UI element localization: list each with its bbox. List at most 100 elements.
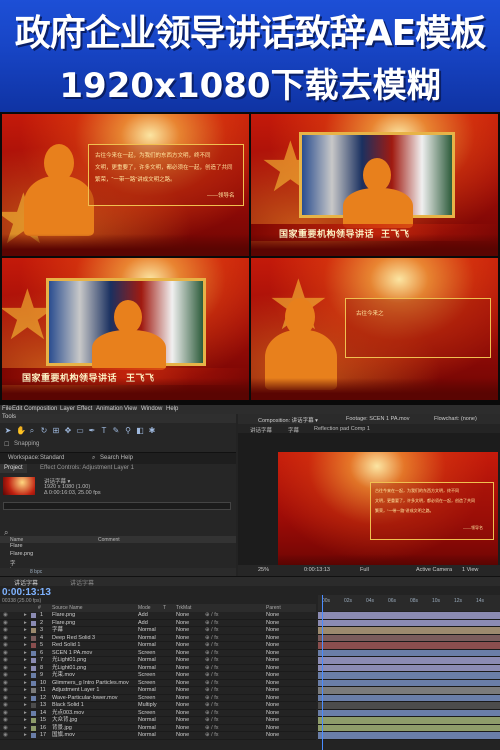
label-color-swatch[interactable] (31, 665, 36, 671)
layer-mode-select[interactable]: Screen (138, 710, 155, 717)
layer-name[interactable]: 国旗.mov (52, 732, 75, 739)
eye-icon[interactable]: ◉ (3, 725, 8, 732)
table-row[interactable]: ◉ ▸ 4 Deep Red Solid 3 Normal None ⊕ / fx None (0, 635, 316, 642)
list-item[interactable]: Flare (0, 543, 236, 551)
table-row[interactable]: ◉ ▸ 2 Flare.png Add None ⊕ / fx None (0, 620, 316, 627)
table-row[interactable]: ◉ ▸ 14 光点003.mov Screen None ⊕ / fx None (0, 710, 316, 717)
switch-icons[interactable]: ⊕ / fx (205, 732, 218, 739)
switch-icons[interactable]: ⊕ / fx (205, 672, 218, 679)
label-color-swatch[interactable] (31, 695, 36, 701)
zoom-tool-icon[interactable]: ⌕ (28, 427, 36, 435)
layer-parent-select[interactable]: None (266, 687, 279, 694)
layer-duration-bar[interactable] (318, 672, 500, 680)
hand-tool-icon[interactable]: ✋ (16, 427, 26, 435)
layer-duration-bar[interactable] (318, 627, 500, 635)
menu-composition[interactable]: Composition (24, 406, 57, 412)
chevron-right-icon[interactable]: ▸ (24, 657, 27, 664)
layer-trkmat-select[interactable]: None (176, 725, 189, 732)
menu-window[interactable]: Window (141, 406, 162, 412)
chevron-right-icon[interactable]: ▸ (24, 650, 27, 657)
layer-name[interactable]: 字幕 (52, 627, 63, 634)
pen-tool-icon[interactable]: ✒ (88, 427, 96, 435)
resolution-select[interactable]: Full (360, 567, 369, 573)
layer-name[interactable]: Flare.png (52, 612, 75, 619)
table-row[interactable]: ◉ ▸ 1 Flare.png Add None ⊕ / fx None (0, 612, 316, 620)
layer-name[interactable]: Black Solid 1 (52, 702, 84, 709)
col-parent[interactable]: Parent (266, 605, 281, 611)
chevron-right-icon[interactable]: ▸ (24, 627, 27, 634)
label-color-swatch[interactable] (31, 635, 36, 641)
playhead[interactable] (322, 595, 323, 750)
eye-icon[interactable]: ◉ (3, 710, 8, 717)
label-color-swatch[interactable] (31, 643, 36, 648)
chevron-right-icon[interactable]: ▸ (24, 725, 27, 732)
project-bpc[interactable]: 8 bpc (30, 569, 42, 575)
layer-mode-select[interactable]: Normal (138, 642, 156, 649)
view-layout-select[interactable]: 1 View (462, 567, 478, 573)
layer-mode-select[interactable]: Normal (138, 687, 156, 694)
layer-track-area[interactable] (318, 612, 500, 740)
rotate-tool-icon[interactable]: ↻ (40, 427, 48, 435)
menu-view[interactable]: View (124, 406, 137, 412)
layer-mode-select[interactable]: Screen (138, 680, 155, 687)
layer-duration-bar[interactable] (318, 687, 500, 695)
label-color-swatch[interactable] (31, 620, 36, 626)
layer-parent-select[interactable]: None (266, 717, 279, 724)
layer-mode-select[interactable]: Normal (138, 627, 156, 634)
layer-duration-bar[interactable] (318, 649, 500, 657)
table-row[interactable]: ◉ ▸ 8 光Light01.png Normal None ⊕ / fx None (0, 665, 316, 672)
breadcrumb-item[interactable]: 讲话字幕 (250, 426, 272, 434)
layer-name[interactable]: Deep Red Solid 3 (52, 635, 95, 642)
label-color-swatch[interactable] (31, 613, 36, 618)
tab-composition[interactable]: Composition: 讲话字幕 ▾ (258, 416, 318, 424)
table-row[interactable]: ◉ ▸ 17 国旗.mov Normal None ⊕ / fx None (0, 732, 316, 740)
puppet-tool-icon[interactable]: ✱ (148, 427, 156, 435)
chevron-right-icon[interactable]: ▸ (24, 635, 27, 642)
layer-name[interactable]: Flare.png (52, 620, 75, 627)
layer-mode-select[interactable]: Normal (138, 717, 156, 724)
menu-file[interactable]: File (2, 406, 12, 412)
tab-timeline-comp-2[interactable]: 讲话字幕 (70, 578, 94, 587)
comp-timecode[interactable]: 0:00:13:13 (304, 567, 330, 573)
eye-icon[interactable]: ◉ (3, 695, 8, 702)
time-ruler[interactable]: 00s 02s 04s 06s 08s 10s 12s 14s (318, 595, 500, 611)
layer-trkmat-select[interactable]: None (176, 627, 189, 634)
chevron-right-icon[interactable]: ▸ (24, 612, 27, 619)
menu-edit[interactable]: Edit (12, 406, 22, 412)
switch-icons[interactable]: ⊕ / fx (205, 710, 218, 717)
camera-tool-icon[interactable]: ⊞ (52, 427, 60, 435)
tab-effect-controls[interactable]: Effect Controls: Adjustment Layer 1 (36, 464, 138, 473)
layer-trkmat-select[interactable]: None (176, 732, 189, 739)
search-icon[interactable]: ⌕ (92, 455, 95, 462)
layer-trkmat-select[interactable]: None (176, 687, 189, 694)
eye-icon[interactable]: ◉ (3, 665, 8, 672)
layer-mode-select[interactable]: Add (138, 620, 148, 627)
layer-duration-bar[interactable] (318, 634, 500, 642)
label-color-swatch[interactable] (31, 688, 36, 693)
tab-project[interactable]: Project (0, 464, 27, 473)
layer-parent-select[interactable]: None (266, 702, 279, 709)
chevron-right-icon[interactable]: ▸ (24, 732, 27, 739)
layer-duration-bar[interactable] (318, 612, 500, 620)
layer-trkmat-select[interactable]: None (176, 680, 189, 687)
type-tool-icon[interactable]: T (100, 427, 108, 435)
layer-parent-select[interactable]: None (266, 732, 279, 739)
menu-help[interactable]: Help (166, 406, 178, 412)
snapping-checkbox[interactable]: ☐ (4, 441, 9, 448)
layer-parent-select[interactable]: None (266, 612, 279, 619)
switch-icons[interactable]: ⊕ / fx (205, 695, 218, 702)
chevron-right-icon[interactable]: ▸ (24, 717, 27, 724)
col-trkmat[interactable]: TrkMat (176, 605, 191, 611)
layer-duration-bar[interactable] (318, 679, 500, 687)
selection-tool-icon[interactable]: ➤ (4, 427, 12, 435)
list-item[interactable]: Flare.png (0, 551, 236, 559)
table-row[interactable]: ◉ ▸ 10 Glimmers_g Intro Particles.mov Screen… (0, 680, 316, 687)
table-row[interactable]: ◉ ▸ 9 光束.mov Screen None ⊕ / fx None (0, 672, 316, 680)
search-help-input[interactable]: Search Help (100, 455, 133, 461)
layer-mode-select[interactable]: Normal (138, 665, 156, 672)
switch-icons[interactable]: ⊕ / fx (205, 717, 218, 724)
layer-parent-select[interactable]: None (266, 627, 279, 634)
eye-icon[interactable]: ◉ (3, 732, 8, 739)
layer-parent-select[interactable]: None (266, 642, 279, 649)
label-color-swatch[interactable] (31, 673, 36, 678)
